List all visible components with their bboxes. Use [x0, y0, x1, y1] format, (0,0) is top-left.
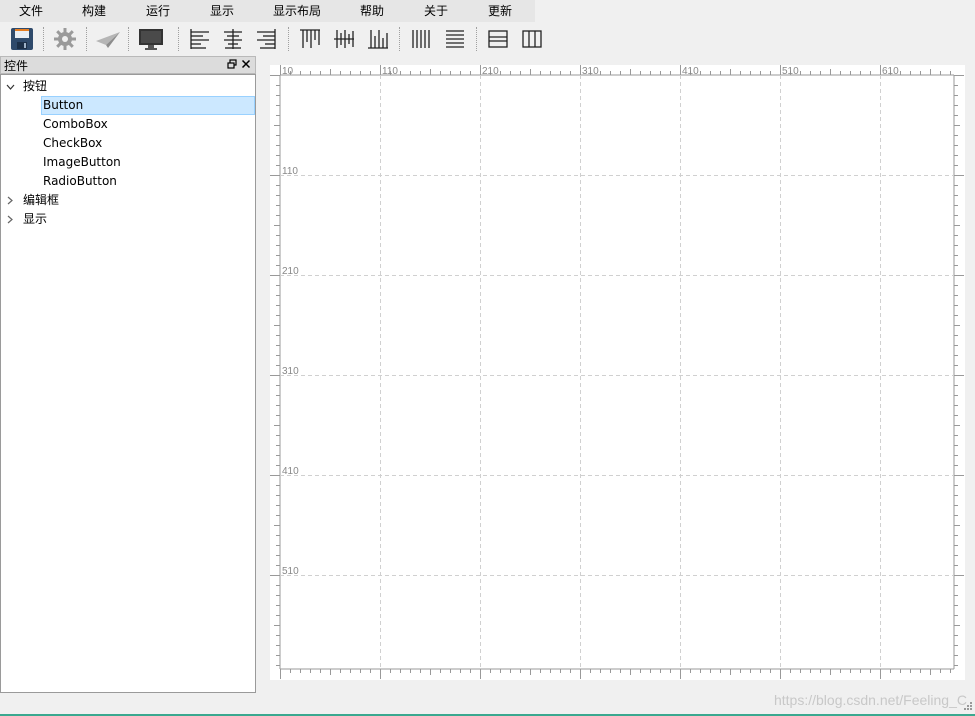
tree-item[interactable]: ComboBox: [41, 115, 255, 134]
widget-tree: 按钮 Button ComboBox CheckBox ImageButton Radio…: [0, 74, 256, 693]
menu-item-0[interactable]: 文件: [0, 0, 62, 22]
align-bottom-icon[interactable]: [364, 25, 392, 53]
float-window-icon[interactable]: [227, 58, 237, 72]
ruler-label-x: 110: [382, 66, 398, 77]
tree-item[interactable]: RadioButton: [41, 172, 255, 191]
align-left-icon[interactable]: [186, 25, 214, 53]
align-top-icon[interactable]: [296, 25, 324, 53]
tree-category[interactable]: 显示: [23, 210, 47, 229]
split-vertical-icon[interactable]: [518, 25, 546, 53]
design-surface[interactable]: 10 110 210 310 410 510 610 110 210 310 410 510: [270, 65, 965, 680]
split-horizontal-icon[interactable]: [484, 25, 512, 53]
tree-item[interactable]: Button: [41, 96, 255, 115]
ruler-label-x: 310: [582, 66, 599, 77]
resize-grip-icon[interactable]: [963, 700, 973, 714]
menu-item-2[interactable]: 运行: [126, 0, 190, 22]
widget-dock-panel: 控件 按钮 Button ComboBox CheckBox ImageButton Ra…: [0, 56, 256, 693]
left-ruler: [270, 65, 280, 680]
dock-title-bar: 控件: [0, 56, 256, 74]
distribute-vertical-icon[interactable]: [441, 25, 469, 53]
settings-gear-icon[interactable]: [51, 25, 79, 53]
align-middle-vertical-icon[interactable]: [330, 25, 358, 53]
tree-item[interactable]: ImageButton: [41, 153, 255, 172]
align-right-icon[interactable]: [252, 25, 280, 53]
menu-item-1[interactable]: 构建: [62, 0, 126, 22]
watermark: https://blog.csdn.net/Feeling_C: [773, 692, 967, 708]
toolbar: [0, 22, 975, 56]
ruler-label-y: 110: [282, 166, 298, 177]
ruler-label-y: 210: [282, 266, 299, 277]
ruler-label-x: 610: [882, 66, 899, 77]
tree-category[interactable]: 按钮: [23, 77, 47, 96]
ruler-label-y: 310: [282, 366, 299, 377]
dock-title: 控件: [4, 58, 29, 73]
menu-item-5[interactable]: 帮助: [340, 0, 404, 22]
design-canvas[interactable]: 10 110 210 310 410 510 610 110 210 310 410 510: [270, 65, 965, 680]
chevron-right-icon[interactable]: [5, 191, 15, 210]
ruler-label-x: 210: [482, 66, 499, 77]
ruler-label-y: 510: [282, 566, 299, 577]
menu-item-7[interactable]: 更新: [468, 0, 532, 22]
ruler-label-x: 10: [282, 66, 294, 77]
send-paper-plane-icon[interactable]: [94, 25, 122, 53]
ruler-label-x: 510: [782, 66, 799, 77]
distribute-horizontal-icon[interactable]: [407, 25, 435, 53]
ruler-label-x: 410: [682, 66, 699, 77]
menu-bar: 文件 构建 运行 显示 显示布局 帮助 关于 更新: [0, 0, 535, 22]
tree-category[interactable]: 编辑框: [23, 191, 59, 210]
monitor-icon[interactable]: [137, 25, 165, 53]
tree-item[interactable]: CheckBox: [41, 134, 255, 153]
save-icon[interactable]: [8, 25, 36, 53]
menu-item-3[interactable]: 显示: [190, 0, 254, 22]
chevron-right-icon[interactable]: [5, 210, 15, 229]
ruler-label-y: 410: [282, 466, 299, 477]
menu-item-4[interactable]: 显示布局: [254, 0, 340, 22]
close-icon[interactable]: [241, 58, 251, 72]
align-center-horizontal-icon[interactable]: [219, 25, 247, 53]
menu-item-6[interactable]: 关于: [404, 0, 468, 22]
chevron-down-icon[interactable]: [5, 77, 15, 96]
